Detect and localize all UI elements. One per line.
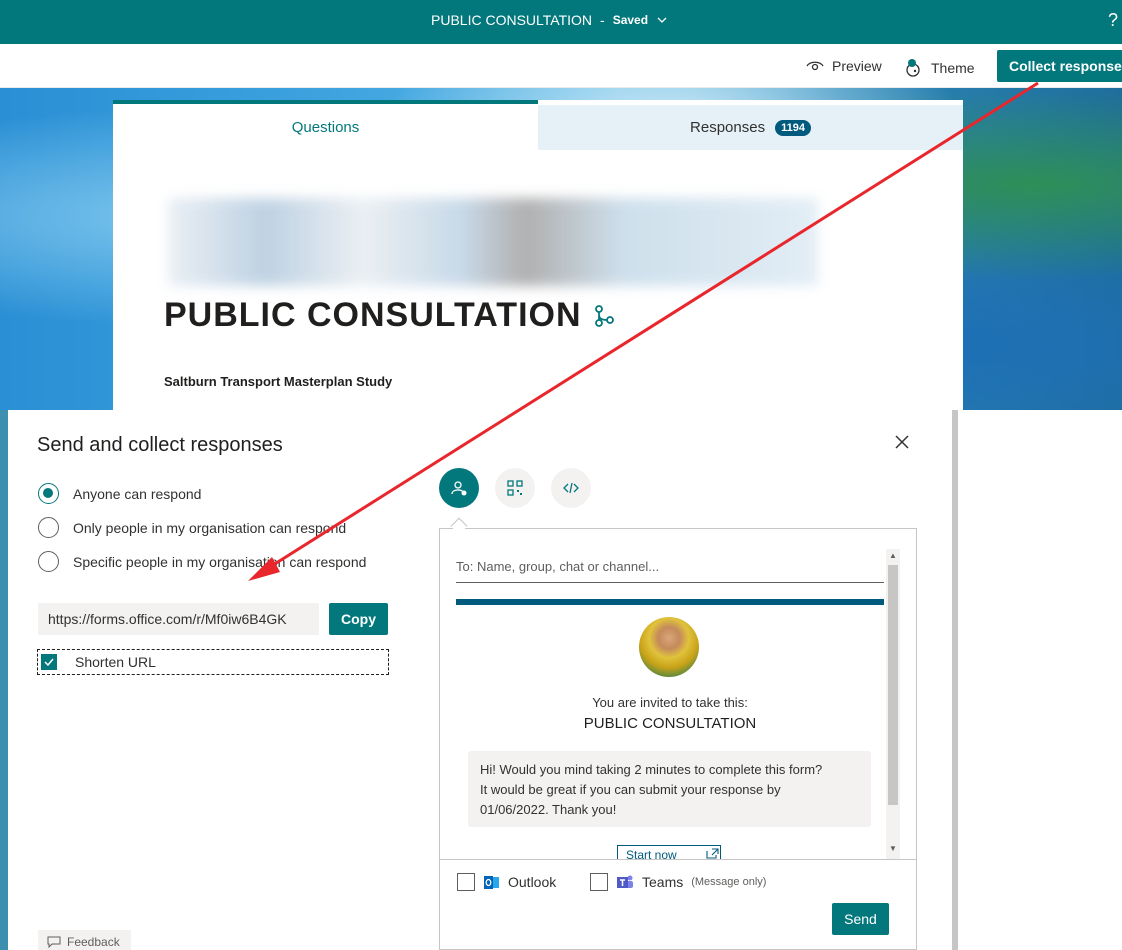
scroll-up-icon[interactable]: ▲ <box>889 551 897 560</box>
outlook-label: Outlook <box>508 874 557 890</box>
palette-icon <box>906 59 920 77</box>
branching-icon[interactable] <box>594 304 614 327</box>
send-collect-panel: Send and collect responses Anyone can re… <box>8 410 958 950</box>
send-button[interactable]: Send <box>832 903 889 935</box>
option-organisation[interactable]: Only people in my organisation can respo… <box>38 517 346 538</box>
outlook-icon <box>484 875 499 889</box>
invite-text: You are invited to take this: <box>592 695 748 710</box>
scroll-thumb[interactable] <box>888 565 898 805</box>
form-banner-image <box>168 198 818 286</box>
app-header: PUBLIC CONSULTATION - Saved ? <box>0 0 1122 44</box>
code-icon <box>563 482 579 494</box>
outlook-option[interactable]: Outlook <box>457 873 556 891</box>
preview-button[interactable]: Preview <box>806 58 882 74</box>
command-bar: Preview Theme Collect responses <box>0 44 1122 88</box>
tab-responses[interactable]: Responses 1194 <box>538 105 963 150</box>
message-line-3: 01/06/2022. Thank you! <box>480 802 617 817</box>
theme-label: Theme <box>931 60 975 76</box>
preview-label: Preview <box>832 58 882 74</box>
form-subtitle: Saltburn Transport Masterplan Study <box>164 374 393 389</box>
panel-title: Send and collect responses <box>37 434 283 456</box>
share-link-mode-button[interactable] <box>439 468 479 508</box>
teams-label: Teams <box>642 874 684 890</box>
option-organisation-label: Only people in my organisation can respo… <box>73 519 347 536</box>
responses-count-badge: 1194 <box>775 119 811 136</box>
shorten-url-label: Shorten URL <box>75 654 156 670</box>
teams-option[interactable]: Teams (Message only) <box>590 873 766 891</box>
share-footer-divider <box>440 859 916 860</box>
option-specific-people[interactable]: Specific people in my organisation can r… <box>38 551 366 572</box>
header-separator: - <box>600 12 605 28</box>
option-anyone[interactable]: Anyone can respond <box>38 483 201 504</box>
collect-responses-button[interactable]: Collect responses <box>997 50 1122 82</box>
embed-mode-button[interactable] <box>551 468 591 508</box>
form-title: PUBLIC CONSULTATION <box>164 296 614 335</box>
tab-questions[interactable]: Questions <box>113 100 538 150</box>
scroll-down-icon[interactable]: ▼ <box>889 844 897 853</box>
open-external-icon <box>706 848 719 859</box>
form-title-menu[interactable]: PUBLIC CONSULTATION - Saved <box>431 12 668 28</box>
theme-button[interactable]: Theme <box>903 58 975 78</box>
radio-organisation[interactable] <box>38 517 59 538</box>
teams-checkbox[interactable] <box>590 873 608 891</box>
preview-accent-bar <box>456 599 884 605</box>
invite-form-name: PUBLIC CONSULTATION <box>583 715 757 732</box>
checkmark-icon <box>44 658 54 666</box>
recipient-input[interactable]: To: Name, group, chat or channel... <box>456 557 884 583</box>
feedback-button[interactable]: Feedback <box>38 930 131 950</box>
invite-message[interactable]: Hi! Would you mind taking 2 minutes to c… <box>468 751 871 827</box>
share-url-field[interactable]: https://forms.office.com/r/Mf0iw6B4GK <box>38 603 319 635</box>
radio-specific-people[interactable] <box>38 551 59 572</box>
qr-code-icon <box>507 480 523 496</box>
header-form-title: PUBLIC CONSULTATION <box>431 12 593 28</box>
avatar <box>639 617 699 677</box>
background-strip <box>0 410 8 950</box>
teams-note: (Message only) <box>691 876 767 888</box>
preview-scrollbar[interactable]: ▲ ▼ <box>886 549 900 859</box>
tab-questions-label: Questions <box>291 118 360 136</box>
outlook-checkbox[interactable] <box>457 873 475 891</box>
save-status: Saved <box>612 13 649 27</box>
help-icon[interactable]: ? <box>1108 10 1118 31</box>
message-line-2: It would be great if you can submit your… <box>480 782 781 797</box>
shorten-url-checkbox[interactable] <box>41 654 57 670</box>
message-line-1: Hi! Would you mind taking 2 minutes to c… <box>480 762 823 777</box>
option-anyone-label: Anyone can respond <box>73 485 202 502</box>
teams-icon <box>617 875 633 888</box>
tab-responses-label: Responses <box>690 119 766 136</box>
copy-button[interactable]: Copy <box>329 603 388 635</box>
feedback-label: Feedback <box>67 935 120 949</box>
close-icon[interactable] <box>894 434 910 450</box>
qr-code-mode-button[interactable] <box>495 468 535 508</box>
comment-icon <box>47 936 61 948</box>
option-specific-people-label: Specific people in my organisation can r… <box>73 553 367 570</box>
eye-icon <box>806 61 824 71</box>
person-share-icon <box>451 481 467 496</box>
chevron-down-icon <box>657 17 667 23</box>
form-title-text: PUBLIC CONSULTATION <box>164 296 582 334</box>
shorten-url-option[interactable]: Shorten URL <box>37 649 389 675</box>
share-preview-box: To: Name, group, chat or channel... You … <box>439 528 917 950</box>
form-card: Questions Responses 1194 PUBLIC CONSULTA… <box>113 100 963 410</box>
radio-anyone[interactable] <box>38 483 59 504</box>
